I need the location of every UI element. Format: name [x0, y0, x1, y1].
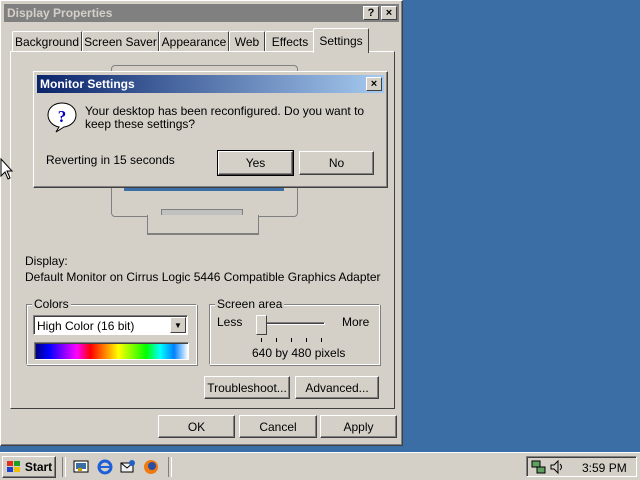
ok-button[interactable]: OK	[158, 415, 235, 438]
firefox-icon[interactable]	[143, 459, 159, 475]
title-bar[interactable]: Display Properties ? ×	[4, 4, 399, 22]
countdown-text: Reverting in 15 seconds	[46, 153, 175, 167]
advanced-button[interactable]: Advanced...	[295, 376, 379, 399]
slider-tick	[321, 338, 322, 342]
yes-button[interactable]: Yes	[217, 150, 294, 176]
mouse-cursor-icon	[0, 158, 14, 180]
tab-background[interactable]: Background	[12, 31, 82, 51]
dialog-message: Your desktop has been reconfigured. Do y…	[85, 104, 365, 131]
dialog-close-button[interactable]: ×	[366, 77, 382, 91]
color-depth-value: High Color (16 bit)	[37, 319, 135, 333]
question-icon: ?	[47, 102, 77, 133]
cancel-button[interactable]: Cancel	[239, 415, 317, 438]
monitor-base	[147, 215, 259, 235]
slider-tick	[291, 338, 292, 342]
no-button[interactable]: No	[299, 151, 374, 175]
tab-appearance[interactable]: Appearance	[159, 31, 229, 51]
internet-explorer-icon[interactable]	[97, 459, 113, 475]
show-desktop-icon[interactable]	[73, 459, 89, 475]
help-button[interactable]: ?	[363, 6, 379, 20]
display-label: Display:	[25, 254, 68, 268]
tab-effects[interactable]: Effects	[265, 31, 315, 51]
screen-area-group-title: Screen area	[215, 297, 285, 311]
slider-tick	[261, 338, 262, 342]
resolution-slider-track[interactable]	[259, 322, 325, 325]
resolution-slider-thumb[interactable]	[256, 315, 267, 335]
volume-icon[interactable]	[549, 459, 565, 475]
slider-less-label: Less	[217, 315, 243, 329]
dialog-title-bar[interactable]: Monitor Settings ×	[37, 75, 384, 93]
svg-text:?: ?	[58, 107, 67, 126]
window-title: Display Properties	[7, 6, 113, 20]
outlook-express-icon[interactable]	[120, 459, 136, 475]
clock[interactable]: 3:59 PM	[582, 461, 627, 475]
display-properties-window: Display Properties ? × Background Screen…	[0, 0, 403, 446]
taskbar-divider	[168, 457, 172, 477]
start-button[interactable]: Start	[2, 456, 56, 478]
slider-tick	[306, 338, 307, 342]
close-button[interactable]: ×	[381, 6, 397, 20]
network-icon[interactable]	[531, 459, 547, 475]
dialog-title: Monitor Settings	[40, 77, 135, 91]
tab-screen-saver[interactable]: Screen Saver	[82, 31, 159, 51]
taskbar-divider	[62, 457, 66, 477]
system-tray: 3:59 PM	[526, 456, 637, 477]
apply-button[interactable]: Apply	[320, 415, 397, 438]
colors-group-title: Colors	[32, 297, 71, 311]
tab-settings[interactable]: Settings	[313, 28, 369, 53]
taskbar: Start 3:59 PM	[0, 452, 640, 480]
slider-more-label: More	[342, 315, 370, 329]
windows-logo-icon	[6, 461, 20, 472]
color-depth-select[interactable]: High Color (16 bit) ▼	[33, 315, 188, 335]
slider-tick	[276, 338, 277, 342]
color-spectrum-bar	[34, 342, 189, 360]
display-adapter-text: Default Monitor on Cirrus Logic 5446 Com…	[25, 270, 381, 284]
troubleshoot-button[interactable]: Troubleshoot...	[204, 376, 290, 399]
chevron-down-icon[interactable]: ▼	[170, 317, 186, 333]
tab-web[interactable]: Web	[229, 31, 265, 51]
start-label: Start	[24, 460, 53, 474]
resolution-value: 640 by 480 pixels	[252, 346, 346, 360]
